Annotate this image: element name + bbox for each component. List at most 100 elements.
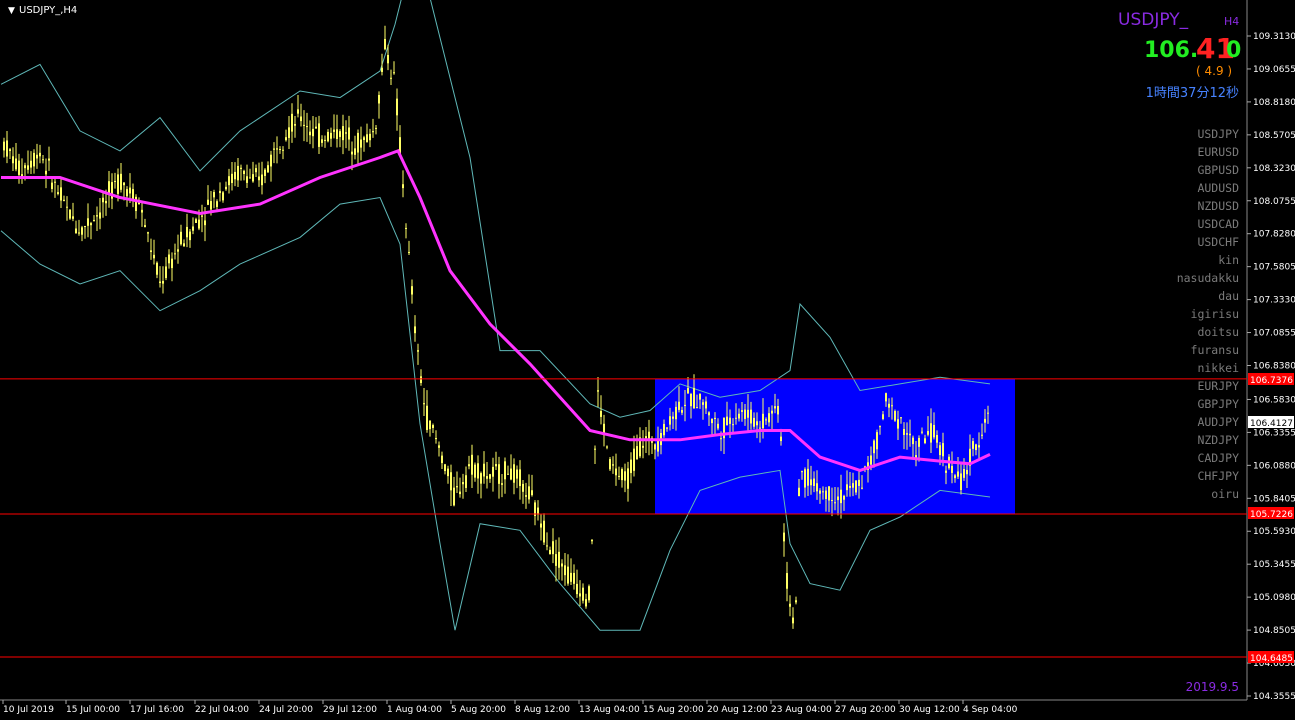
candle-body [18,160,20,175]
symbol-list-item[interactable]: USDCHF [1197,235,1239,249]
symbol-list-item[interactable]: dau [1218,289,1239,303]
x-tick-label: 29 Jul 12:00 [323,705,377,715]
x-tick-label: 1 Aug 04:00 [387,705,442,715]
candle-body [453,487,455,506]
window-menu-icon[interactable]: ▼ [8,6,15,16]
candle-body [459,491,461,495]
candle-body [69,209,71,219]
x-tick-label: 20 Aug 12:00 [707,705,768,715]
candle-body [960,473,962,491]
chart-title: USDJPY_,H4 [19,5,77,16]
candle-body [762,413,764,429]
candle-body [42,159,44,161]
candle-body [690,393,692,407]
candle-body [348,127,350,140]
candle-body [810,479,812,486]
candle-body [75,228,77,233]
candle-body [357,132,359,153]
candle-body [228,176,230,186]
symbol-list-item[interactable]: NZDJPY [1197,433,1239,447]
symbol-list-item[interactable]: nikkei [1197,361,1239,375]
x-tick-label: 22 Jul 04:00 [195,705,249,715]
candle-body [930,423,932,443]
candle-body [747,409,749,418]
candle-body [834,502,836,504]
x-tick-label: 15 Aug 20:00 [643,705,704,715]
symbol-list-item[interactable]: GBPUSD [1197,163,1239,177]
candle-body [870,455,872,465]
candle-body [9,149,11,152]
candle-body [381,67,383,72]
candle-body [795,600,797,603]
symbol-list-item[interactable]: GBPJPY [1197,397,1239,411]
symbol-list-item[interactable]: USDJPY [1197,127,1239,141]
horizontal-lines[interactable] [0,378,1247,658]
symbol-list[interactable]: USDJPY EURUSD GBPUSD AUDUSD NZDUSD USDCAD USDC… [1177,127,1239,501]
symbol-list-item[interactable]: doitsu [1197,325,1239,339]
candle-body [261,174,263,186]
symbol-list-item[interactable]: AUDJPY [1197,415,1239,429]
candle-body [549,549,551,555]
symbol-list-item[interactable]: EURUSD [1197,145,1239,159]
candle-body [513,464,515,483]
candle-body [102,197,104,203]
candle-body [411,286,413,295]
candle-body [894,410,896,421]
candle-body [141,209,143,213]
svg-text:106.4127: 106.4127 [1250,419,1293,429]
y-tick-label: 105.3455 [1253,560,1295,570]
symbol-list-item[interactable]: AUDUSD [1197,181,1239,195]
candle-body [39,152,41,157]
symbol-list-item[interactable]: nasudakku [1177,271,1239,285]
candle-body [510,468,512,480]
candle-body [906,433,908,435]
candle-body [882,414,884,419]
candle-body [951,465,953,473]
candle-body [150,250,152,253]
candle-body [294,124,296,126]
candle-body [594,448,596,450]
candle-body [408,251,410,253]
symbol-list-item[interactable]: igirisu [1191,307,1239,321]
time-axis: 10 Jul 2019 15 Jul 00:00 17 Jul 16:00 22 Ju… [2,700,1018,715]
candle-body [624,471,626,481]
price-main: 106. [1144,38,1198,63]
candle-body [318,123,320,147]
candle-body [258,176,260,181]
y-tick-label: 105.5930 [1253,527,1295,537]
candle-body [987,412,989,414]
candle-body [831,500,833,502]
candle-body [426,405,428,430]
candle-body [531,490,533,496]
symbol-list-item[interactable]: USDCAD [1197,217,1239,231]
symbol-list-item[interactable]: EURJPY [1197,379,1239,393]
candle-body [210,201,212,210]
price-chart[interactable]: 109.3130 109.0655 108.8180 108.5705 108.3230… [0,0,1295,720]
candle-body [684,404,686,406]
candle-body [24,165,26,169]
symbol-list-item[interactable]: NZDUSD [1197,199,1239,213]
symbol-list-item[interactable]: oiru [1211,487,1239,501]
candle-body [495,464,497,467]
candle-body [474,464,476,478]
symbol-list-item[interactable]: furansu [1191,343,1239,357]
candle-body [702,402,704,405]
candle-body [846,484,848,491]
candle-body [678,401,680,410]
candle-body [243,170,245,175]
candle-body [30,160,32,168]
candle-body [768,413,770,423]
svg-text:106.7376: 106.7376 [1250,376,1293,386]
candle-body [264,169,266,176]
candle-body [306,126,308,128]
candle-body [981,434,983,436]
candle-body [552,541,554,555]
symbol-list-item[interactable]: CADJPY [1197,451,1239,465]
candle-body [813,478,815,486]
candle-body [435,438,437,440]
symbol-list-item[interactable]: CHFJPY [1197,469,1239,483]
symbol-list-item[interactable]: kin [1218,253,1239,267]
candle-body [456,486,458,488]
y-tick-label: 109.3130 [1253,32,1295,42]
candle-body [486,476,488,479]
